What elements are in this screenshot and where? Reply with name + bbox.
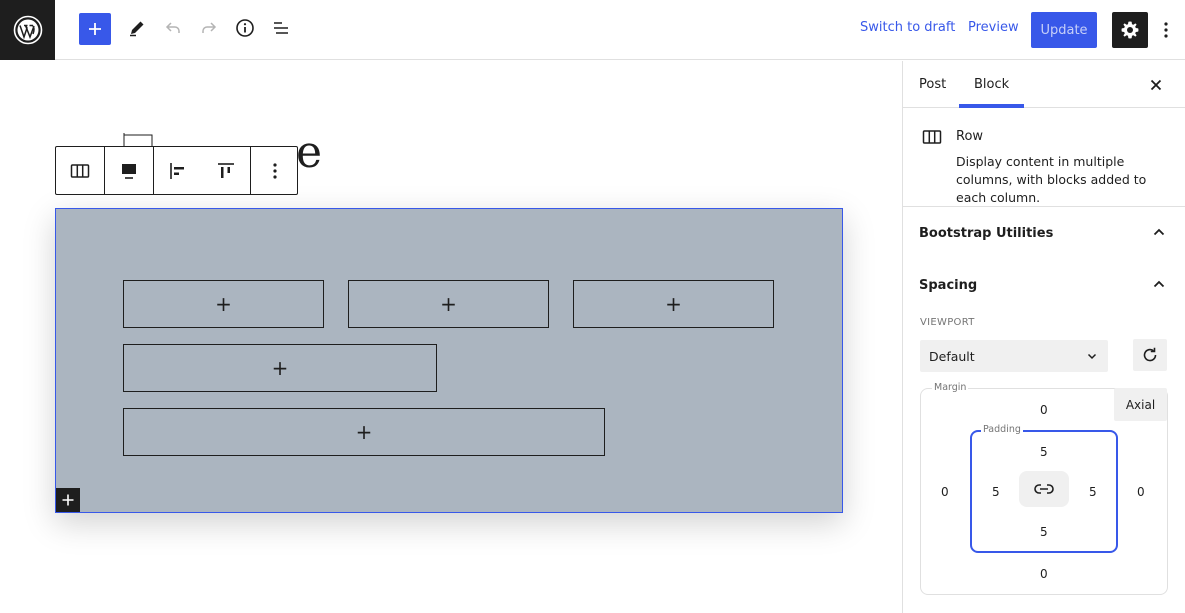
close-sidebar-button[interactable]: [1144, 73, 1168, 97]
block-style-group: [105, 147, 154, 194]
columns-icon: [922, 130, 942, 144]
margin-label: Margin: [932, 382, 969, 393]
margin-top-value[interactable]: 0: [1040, 403, 1048, 417]
chevron-up-icon: [1153, 228, 1165, 236]
align-top-icon: [218, 162, 234, 178]
more-vertical-icon: [1164, 22, 1168, 38]
block-description: Display content in multiple columns, wit…: [956, 154, 1147, 205]
more-vertical-icon: [273, 162, 277, 179]
editor-header: Switch to draft Preview Update: [0, 0, 1185, 60]
reset-icon: [1143, 347, 1157, 362]
column-appender-button[interactable]: +: [573, 280, 774, 328]
add-block-button[interactable]: [79, 13, 111, 45]
viewport-label: VIEWPORT: [920, 317, 975, 328]
settings-sidebar: Post Block Row Display content in multip…: [902, 61, 1185, 613]
block-options-group: [251, 147, 299, 194]
block-options-button[interactable]: [251, 147, 299, 194]
undo-button[interactable]: [157, 12, 189, 44]
vertical-align-top-button[interactable]: [202, 147, 250, 194]
tab-block[interactable]: Block: [959, 61, 1025, 108]
editor-canvas: e + + + + +: [0, 61, 902, 613]
viewport-select[interactable]: Default: [920, 340, 1108, 372]
edit-tools-button[interactable]: [121, 12, 153, 44]
padding-top-value[interactable]: 5: [1040, 445, 1048, 459]
spacing-title: Spacing: [919, 277, 978, 293]
margin-left-value[interactable]: 0: [941, 485, 949, 499]
details-button[interactable]: [229, 12, 261, 44]
tab-block-label: Block: [974, 77, 1010, 92]
block-appender-button[interactable]: [56, 488, 80, 512]
alignment-group: [154, 147, 251, 194]
close-icon: [1150, 79, 1162, 91]
margin-bottom-value[interactable]: 0: [1040, 567, 1048, 581]
justify-left-button[interactable]: [154, 147, 202, 194]
block-style-icon: [122, 163, 136, 179]
margin-right-value[interactable]: 0: [1137, 485, 1145, 499]
padding-bottom-value[interactable]: 5: [1040, 525, 1048, 539]
row-block[interactable]: + + + + +: [55, 208, 843, 513]
block-name: Row: [956, 129, 984, 144]
link-icon: [1034, 484, 1054, 494]
block-switcher-group: [56, 147, 105, 194]
pencil-icon: [130, 21, 144, 37]
options-button[interactable]: [1156, 16, 1176, 44]
undo-icon: [165, 22, 180, 33]
tab-post-label: Post: [919, 77, 947, 92]
wordpress-logo-icon[interactable]: [0, 0, 55, 60]
list-view-icon: [274, 22, 288, 34]
bootstrap-utilities-panel-toggle[interactable]: Bootstrap Utilities: [903, 207, 1185, 259]
gear-icon: [1121, 21, 1139, 39]
sidebar-tabs: Post Block: [903, 61, 1185, 108]
plus-icon: [62, 494, 74, 506]
tab-post[interactable]: Post: [919, 61, 946, 108]
column-appender-button[interactable]: +: [123, 408, 605, 456]
chevron-up-icon: [1153, 280, 1165, 288]
settings-button[interactable]: [1112, 12, 1148, 48]
column-appender-button[interactable]: +: [123, 344, 437, 392]
block-switcher-button[interactable]: [56, 147, 104, 194]
switch-to-draft-button[interactable]: Switch to draft: [860, 20, 955, 35]
axial-toggle-button[interactable]: Axial: [1114, 388, 1167, 421]
info-icon: [236, 19, 254, 37]
block-style-button[interactable]: [105, 147, 153, 194]
redo-icon: [202, 22, 217, 33]
bootstrap-utilities-title: Bootstrap Utilities: [919, 225, 1054, 241]
padding-label: Padding: [981, 424, 1023, 435]
post-title-text: e: [296, 127, 323, 178]
list-view-button[interactable]: [265, 12, 297, 44]
justify-left-icon: [170, 162, 184, 179]
block-toolbar: [55, 146, 298, 195]
column-appender-button[interactable]: +: [348, 280, 549, 328]
redo-button[interactable]: [193, 12, 225, 44]
reset-button[interactable]: [1133, 339, 1167, 371]
columns-icon: [70, 163, 90, 178]
padding-left-value[interactable]: 5: [992, 485, 1000, 499]
spacing-panel-toggle[interactable]: Spacing: [903, 259, 1185, 311]
preview-button[interactable]: Preview: [968, 20, 1019, 35]
block-card: Row Display content in multiple columns,…: [903, 109, 1185, 207]
padding-right-value[interactable]: 5: [1089, 485, 1097, 499]
link-sides-button[interactable]: [1019, 471, 1069, 507]
viewport-select-value: Default: [929, 348, 975, 364]
column-appender-button[interactable]: +: [123, 280, 324, 328]
update-button[interactable]: Update: [1031, 12, 1097, 48]
chevron-down-icon: [1087, 353, 1097, 360]
